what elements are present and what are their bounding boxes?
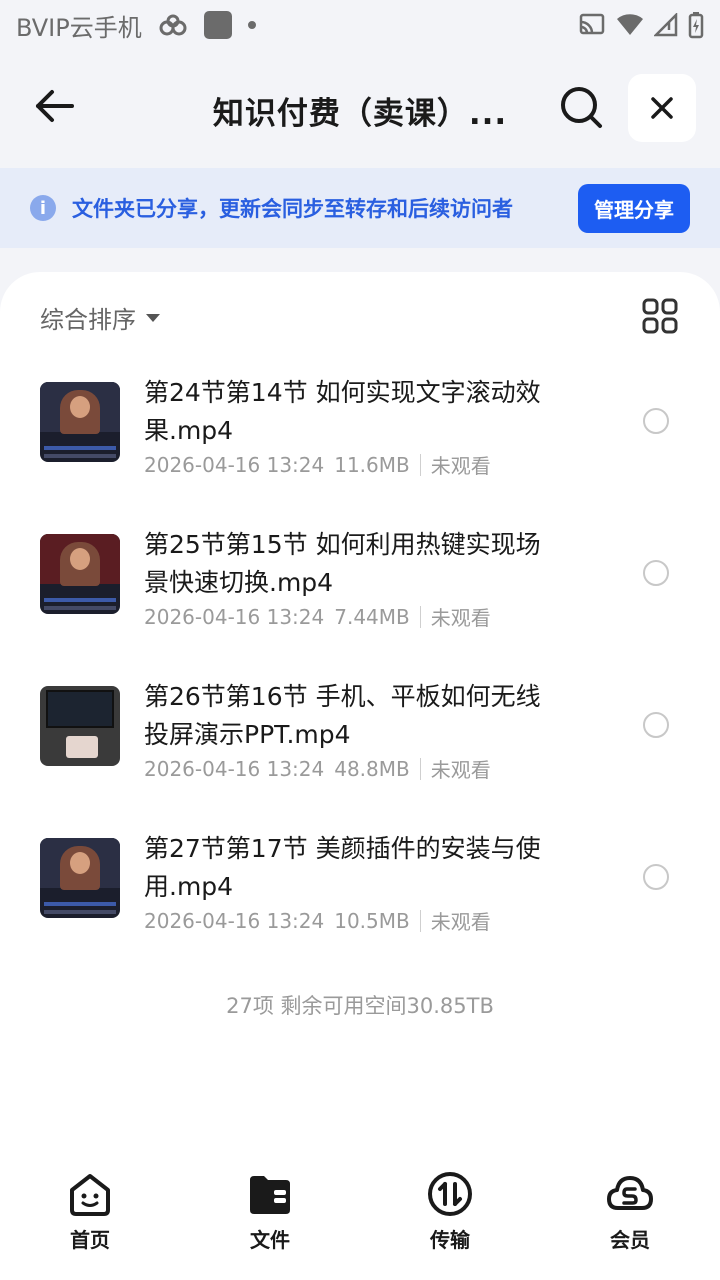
watch-status: 未观看 xyxy=(430,910,491,934)
bottom-nav: 首页 文件 传输 会员 xyxy=(0,1170,720,1280)
list-item[interactable]: 第24节第14节 如何实现文字滚动效果.mp4 2026-04-16 13:24… xyxy=(0,362,720,514)
file-name: 第25节第15节 如何利用热键实现场景快速切换.mp4 xyxy=(144,530,541,597)
grid-view-button[interactable] xyxy=(642,298,678,334)
file-size: 10.5MB xyxy=(334,908,410,933)
list-item[interactable]: 第26节第16节 手机、平板如何无线投屏演示PPT.mp4 2026-04-16… xyxy=(0,666,720,818)
search-button[interactable] xyxy=(558,84,604,130)
close-icon xyxy=(651,97,673,119)
vip-cloud-icon xyxy=(607,1176,653,1210)
watch-status: 未观看 xyxy=(430,606,491,630)
file-list-panel: 综合排序 第24节第14节 如何实现文字滚动效果.mp4 2026-04-16 … xyxy=(0,272,720,1280)
video-thumbnail xyxy=(40,686,120,766)
file-date: 2026-04-16 13:24 xyxy=(144,604,325,629)
sort-dropdown[interactable]: 综合排序 xyxy=(40,300,160,335)
select-radio[interactable] xyxy=(643,864,669,890)
caret-down-icon xyxy=(146,313,160,322)
file-meta: 2026-04-16 13:24 11.6MB 未观看 xyxy=(144,450,491,479)
battery-icon xyxy=(688,12,704,39)
home-face-icon xyxy=(70,1174,110,1216)
file-date: 2026-04-16 13:24 xyxy=(144,756,325,781)
file-date: 2026-04-16 13:24 xyxy=(144,908,325,933)
cast-icon xyxy=(579,13,605,35)
nav-transfer[interactable]: 传输 xyxy=(380,1170,520,1280)
grid-icon xyxy=(642,298,678,334)
file-size: 48.8MB xyxy=(334,756,410,781)
nav-vip[interactable]: 会员 xyxy=(560,1170,700,1280)
file-meta: 2026-04-16 13:24 48.8MB 未观看 xyxy=(144,754,491,783)
file-date: 2026-04-16 13:24 xyxy=(144,452,325,477)
video-thumbnail xyxy=(40,838,120,918)
storage-summary: 27项 剩余可用空间30.85TB xyxy=(226,994,494,1018)
nav-home[interactable]: 首页 xyxy=(20,1170,160,1280)
search-icon xyxy=(561,87,602,128)
file-name: 第24节第14节 如何实现文字滚动效果.mp4 xyxy=(144,378,541,445)
share-notice-text: 文件夹已分享，更新会同步至转存和后续访问者 xyxy=(72,197,513,221)
nav-transfer-label: 传输 xyxy=(430,1228,470,1252)
top-bar: 知识付费（卖课）... xyxy=(0,60,720,160)
watch-status: 未观看 xyxy=(430,758,491,782)
file-size: 7.44MB xyxy=(334,604,410,629)
select-radio[interactable] xyxy=(643,712,669,738)
transfer-icon xyxy=(428,1172,472,1216)
cloud-sync-icon xyxy=(159,14,187,36)
app-notification-icon xyxy=(203,11,232,39)
more-notifications-icon xyxy=(247,21,256,29)
status-bar: BVIP云手机 xyxy=(0,0,720,50)
select-radio[interactable] xyxy=(643,408,669,434)
file-meta: 2026-04-16 13:24 7.44MB 未观看 xyxy=(144,602,491,631)
sort-label: 综合排序 xyxy=(40,306,136,334)
wifi-icon xyxy=(617,14,643,35)
manage-share-button[interactable]: 管理分享 xyxy=(578,183,690,233)
carrier-label: BVIP云手机 xyxy=(16,13,142,42)
nav-files-label: 文件 xyxy=(250,1228,290,1252)
file-list: 第24节第14节 如何实现文字滚动效果.mp4 2026-04-16 13:24… xyxy=(0,362,720,970)
nav-vip-label: 会员 xyxy=(610,1228,650,1252)
signal-icon xyxy=(654,13,678,37)
page-title: 知识付费（卖课）... xyxy=(212,96,508,132)
video-thumbnail xyxy=(40,534,120,614)
list-item[interactable]: 第27节第17节 美颜插件的安装与使用.mp4 2026-04-16 13:24… xyxy=(0,818,720,970)
folder-icon xyxy=(250,1176,290,1214)
nav-files[interactable]: 文件 xyxy=(200,1170,340,1280)
file-name: 第26节第16节 手机、平板如何无线投屏演示PPT.mp4 xyxy=(144,682,541,749)
select-radio[interactable] xyxy=(643,560,669,586)
file-size: 11.6MB xyxy=(334,452,410,477)
file-meta: 2026-04-16 13:24 10.5MB 未观看 xyxy=(144,906,491,935)
video-thumbnail xyxy=(40,382,120,462)
nav-home-label: 首页 xyxy=(70,1228,110,1252)
info-icon: i xyxy=(30,195,56,221)
list-item[interactable]: 第25节第15节 如何利用热键实现场景快速切换.mp4 2026-04-16 1… xyxy=(0,514,720,666)
file-name: 第27节第17节 美颜插件的安装与使用.mp4 xyxy=(144,834,541,901)
close-button[interactable] xyxy=(628,74,696,142)
watch-status: 未观看 xyxy=(430,454,491,478)
share-banner: i 文件夹已分享，更新会同步至转存和后续访问者 管理分享 xyxy=(0,168,720,248)
